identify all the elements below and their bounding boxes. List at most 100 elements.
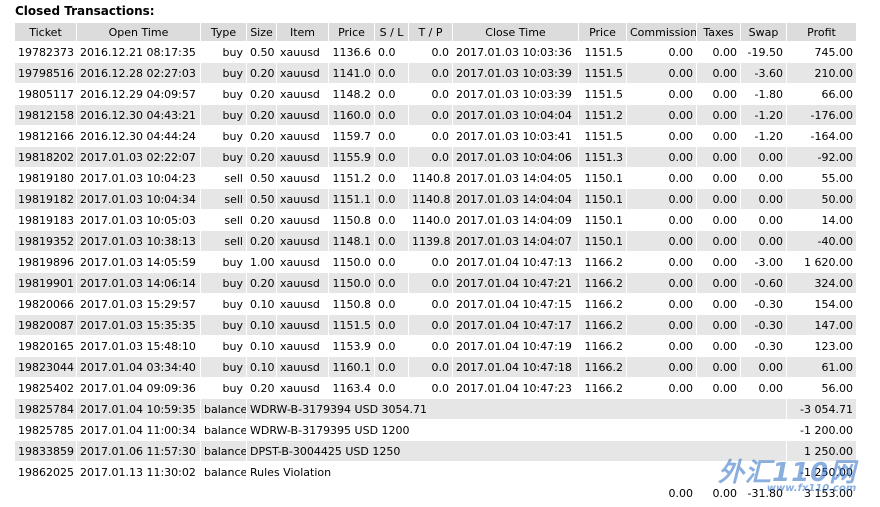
balance-row: 19862025 2017.01.13 11:30:02 balance Rules … (14, 461, 857, 483)
table-cell: 0.0 (374, 125, 409, 147)
table-cell: 0.0 (374, 272, 409, 294)
table-cell: 2017.01.03 14:04:09 (452, 209, 579, 231)
table-cell: 0.0 (408, 104, 453, 126)
table-cell: 19823044 (14, 356, 77, 378)
table-cell: xauusd (276, 83, 329, 105)
table-cell: 2017.01.04 09:09:36 (76, 377, 201, 399)
table-cell: buy (200, 146, 247, 168)
table-cell: 0.0 (374, 251, 409, 273)
table-cell: balance (200, 461, 247, 483)
table-cell: 1151.2 (328, 167, 375, 189)
table-cell: xauusd (276, 230, 329, 252)
table-cell: 1155.9 (328, 146, 375, 168)
table-cell: sell (200, 188, 247, 210)
table-cell: xauusd (276, 188, 329, 210)
table-cell: xauusd (276, 146, 329, 168)
table-cell: 0.0 (408, 125, 453, 147)
table-cell: 0.0 (374, 41, 409, 63)
table-row: 19812166 2016.12.30 04:44:24 buy 0.20 xauusd… (14, 125, 857, 147)
column-header: T / P (408, 22, 453, 42)
table-cell: 19782373 (14, 41, 77, 63)
table-cell: 0.0 (374, 314, 409, 336)
column-header: Swap (740, 22, 787, 42)
table-row: 19819180 2017.01.03 10:04:23 sell 0.50 xauus… (14, 167, 857, 189)
table-cell: 19819183 (14, 209, 77, 231)
balance-row: 19825784 2017.01.04 10:59:35 balance WDRW-B… (14, 398, 857, 420)
table-cell: 2017.01.03 14:04:04 (452, 188, 579, 210)
table-cell: 19819180 (14, 167, 77, 189)
table-cell: buy (200, 62, 247, 84)
column-header: Type (200, 22, 247, 42)
table-row: 19820087 2017.01.03 15:35:35 buy 0.10 xauusd… (14, 314, 857, 336)
table-cell: -1.20 (740, 104, 787, 126)
table-cell: 0.20 (246, 377, 277, 399)
column-header: Open Time (76, 22, 201, 42)
table-cell: 1151.3 (578, 146, 627, 168)
table-cell: balance (200, 440, 247, 462)
table-cell: 1141.0 (328, 62, 375, 84)
table-cell: 0.00 (696, 41, 741, 63)
table-cell: 1140.8 (408, 167, 453, 189)
table-cell: buy (200, 125, 247, 147)
table-cell: 0.00 (696, 272, 741, 294)
table-cell: 19820087 (14, 314, 77, 336)
total-commission: 0.00 (626, 482, 697, 504)
table-cell: 0.0 (374, 104, 409, 126)
column-header: Profit (786, 22, 857, 42)
table-cell: xauusd (276, 209, 329, 231)
table-cell: 0.0 (374, 209, 409, 231)
table-cell: 2016.12.30 04:43:21 (76, 104, 201, 126)
table-cell: 1 250.00 (786, 440, 857, 462)
table-cell: 0.00 (740, 209, 787, 231)
table-cell: 0.00 (696, 209, 741, 231)
table-cell: 1150.0 (328, 272, 375, 294)
totals-spacer (14, 482, 627, 504)
table-cell: 0.0 (408, 146, 453, 168)
column-header: Price (328, 22, 375, 42)
table-cell: -1.80 (740, 83, 787, 105)
table-row: 19819182 2017.01.03 10:04:34 sell 0.50 xauus… (14, 188, 857, 210)
table-cell: 1151.1 (328, 188, 375, 210)
column-header: Taxes (696, 22, 741, 42)
table-cell: WDRW-B-3179395 USD 1200 (246, 419, 787, 441)
table-cell: 147.00 (786, 314, 857, 336)
table-cell: 0.00 (740, 356, 787, 378)
table-cell: 0.0 (408, 272, 453, 294)
table-row: 19823044 2017.01.04 03:34:40 buy 0.10 xauusd… (14, 356, 857, 378)
table-cell: -176.00 (786, 104, 857, 126)
table-cell: 61.00 (786, 356, 857, 378)
table-cell: 0.0 (408, 62, 453, 84)
table-cell: 1151.5 (578, 62, 627, 84)
table-cell: 0.50 (246, 167, 277, 189)
table-row: 19825402 2017.01.04 09:09:36 buy 0.20 xauusd… (14, 377, 857, 399)
table-cell: 19818202 (14, 146, 77, 168)
table-cell: -164.00 (786, 125, 857, 147)
table-cell: 0.20 (246, 62, 277, 84)
table-cell: 19819901 (14, 272, 77, 294)
table-cell: 2017.01.03 10:05:03 (76, 209, 201, 231)
table-cell: 1150.8 (328, 209, 375, 231)
table-cell: 1150.1 (578, 188, 627, 210)
table-cell: xauusd (276, 125, 329, 147)
table-cell: 1166.2 (578, 314, 627, 336)
table-cell: 2017.01.04 10:47:21 (452, 272, 579, 294)
table-row: 19818202 2017.01.03 02:22:07 buy 0.20 xauusd… (14, 146, 857, 168)
table-cell: 0.00 (696, 230, 741, 252)
table-cell: 0.20 (246, 230, 277, 252)
table-cell: 0.00 (626, 356, 697, 378)
table-cell: 1151.5 (578, 125, 627, 147)
column-header: Price (578, 22, 627, 42)
table-cell: 0.00 (696, 356, 741, 378)
table-cell: 66.00 (786, 83, 857, 105)
table-cell: -1 200.00 (786, 419, 857, 441)
table-row: 19798516 2016.12.28 02:27:03 buy 0.20 xauusd… (14, 62, 857, 84)
table-cell: 2017.01.03 10:04:06 (452, 146, 579, 168)
table-cell: 2017.01.03 15:29:57 (76, 293, 201, 315)
table-cell: 1151.2 (578, 104, 627, 126)
table-cell: sell (200, 167, 247, 189)
table-cell: xauusd (276, 251, 329, 273)
table-cell: 2017.01.03 14:05:59 (76, 251, 201, 273)
table-cell: 1160.1 (328, 356, 375, 378)
table-cell: 19862025 (14, 461, 77, 483)
table-cell: 1 620.00 (786, 251, 857, 273)
